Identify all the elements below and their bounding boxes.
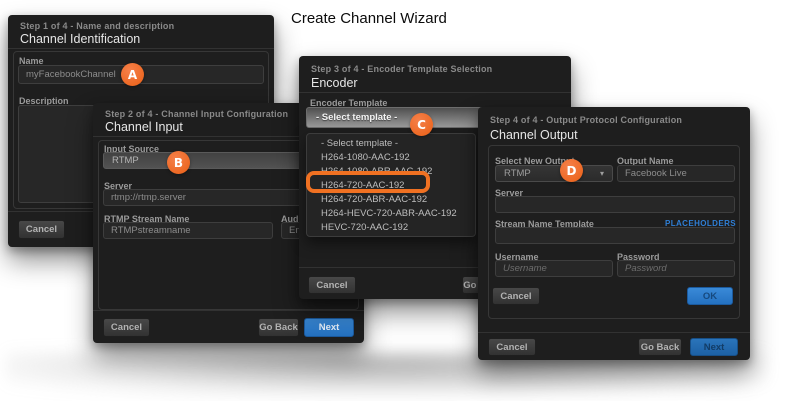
step-indicator: Step 1 of 4 - Name and description <box>20 21 174 31</box>
callout-badge-c: C <box>410 113 433 136</box>
dialog-title: Channel Output <box>490 128 578 142</box>
next-button[interactable]: Next <box>690 338 738 356</box>
callout-badge-a: A <box>121 63 144 86</box>
header-divider <box>299 92 571 93</box>
username-input[interactable]: Username <box>495 260 613 277</box>
step-indicator: Step 3 of 4 - Encoder Template Selection <box>311 64 492 74</box>
next-button[interactable]: Next <box>304 318 354 337</box>
cancel-button[interactable]: Cancel <box>18 220 65 239</box>
dialog-channel-output: Step 4 of 4 - Output Protocol Configurat… <box>478 107 750 360</box>
list-item[interactable]: H264-HEVC-720-ABR-AAC-192 <box>307 207 475 221</box>
list-item[interactable]: - Select template - <box>307 137 475 151</box>
cancel-output-button[interactable]: Cancel <box>492 287 540 305</box>
callout-badge-d: D <box>560 159 583 182</box>
ok-button[interactable]: OK <box>687 287 733 305</box>
go-back-button[interactable]: Go Back <box>258 318 299 337</box>
cancel-button[interactable]: Cancel <box>308 276 356 294</box>
header-divider <box>8 48 274 49</box>
chevron-down-icon: ▾ <box>600 169 604 178</box>
step-indicator: Step 4 of 4 - Output Protocol Configurat… <box>490 115 682 125</box>
select-new-output-dropdown[interactable]: RTMP ▾ <box>495 165 613 182</box>
step-indicator: Step 2 of 4 - Channel Input Configuratio… <box>105 109 288 119</box>
callout-badge-b: B <box>167 151 190 174</box>
create-channel-wizard-screen: Create Channel Wizard Step 1 of 4 - Name… <box>0 0 788 401</box>
select-new-output-value: RTMP <box>504 168 531 179</box>
stream-name-template-input[interactable] <box>495 227 735 244</box>
dialog-title: Channel Identification <box>20 32 140 46</box>
cancel-button[interactable]: Cancel <box>103 318 150 337</box>
dialog-title: Channel Input <box>105 120 183 134</box>
rtmp-stream-name-input[interactable]: RTMPstreamname <box>103 222 273 239</box>
footer-divider <box>93 310 364 311</box>
server-input[interactable] <box>495 196 735 213</box>
highlight-rectangle <box>306 171 430 193</box>
list-item[interactable]: H264-1080-AAC-192 <box>307 151 475 165</box>
output-name-input[interactable]: Facebook Live <box>617 165 735 182</box>
page-title: Create Channel Wizard <box>291 10 447 27</box>
footer-divider <box>478 332 750 333</box>
dialog-title: Encoder <box>311 76 358 90</box>
cancel-button[interactable]: Cancel <box>488 338 536 356</box>
list-item[interactable]: H264-720-ABR-AAC-192 <box>307 193 475 207</box>
list-item[interactable]: HEVC-720-AAC-192 <box>307 221 475 235</box>
go-back-button[interactable]: Go Back <box>638 338 682 356</box>
password-input[interactable]: Password <box>617 260 735 277</box>
